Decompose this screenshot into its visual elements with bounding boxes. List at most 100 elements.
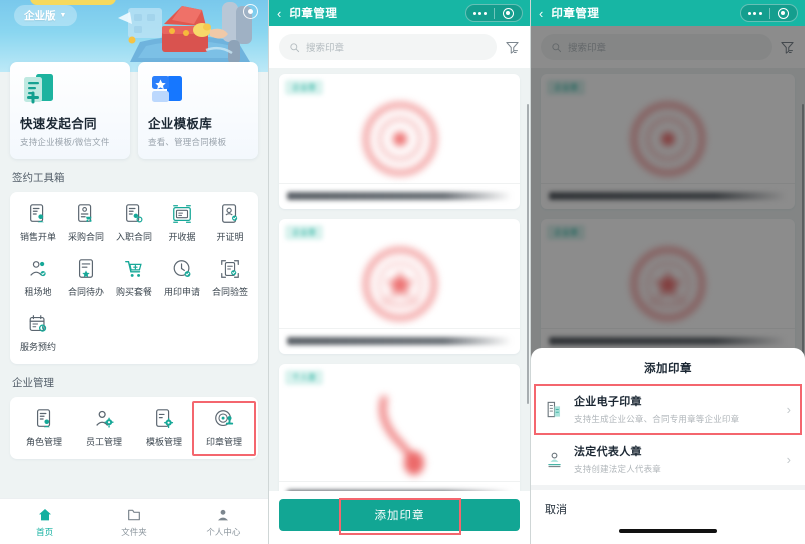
toolbox-card: 销售开单 采购合同 入职合同 开收据 开证明 租场地 合同待办 购买套餐 用印申… [10, 192, 258, 364]
certificate-icon [222, 204, 238, 223]
search-icon [290, 42, 300, 52]
card-subtitle: 支持企业模板/微信文件 [20, 137, 110, 147]
tab-home[interactable]: 首页 [0, 507, 89, 538]
back-chevron-icon[interactable]: ‹ [539, 7, 543, 20]
seal-apply-icon [173, 260, 191, 277]
edition-label: 企业版 [24, 10, 56, 22]
bottom-tabbar: 首页 文件夹 个人中心 [0, 498, 268, 544]
more-dots-icon[interactable] [741, 11, 769, 15]
chevron-right-icon: › [786, 451, 791, 467]
more-dots-icon[interactable] [466, 11, 494, 15]
search-bar: 搜索印章 [269, 26, 530, 68]
enterprise-section-title: 企业管理 [12, 377, 54, 389]
left-content: 快速发起合同 支持企业模板/微信文件 企业模板库 查看、管理合同模板 签约工具箱… [0, 62, 268, 459]
folder-icon [128, 509, 140, 521]
doc-onboard-icon [126, 204, 143, 223]
record-icon[interactable] [243, 4, 258, 19]
screenshot-stage: 企业版 ▼ 快速发起合同 支持企业模板/微信文件 企业模板库 查看、管理合同模板… [0, 0, 805, 544]
venue-icon [30, 261, 46, 277]
feature-card-row: 快速发起合同 支持企业模板/微信文件 企业模板库 查看、管理合同模板 [10, 62, 258, 159]
filter-funnel-icon[interactable] [505, 40, 520, 55]
seal-page-header: ‹ 印章管理 [269, 0, 530, 26]
edition-selector[interactable]: 企业版 ▼ [14, 5, 78, 26]
tool-sales-invoice[interactable]: 销售开单 [14, 203, 62, 248]
option-text: 法定代表人章 支持创建法定人代表章 [574, 443, 777, 475]
building-seal-icon [547, 401, 561, 417]
miniprogram-capsule [739, 4, 798, 22]
card-quick-contract[interactable]: 快速发起合同 支持企业模板/微信文件 [10, 62, 130, 159]
staff-gear-icon [96, 410, 114, 428]
tab-label: 首页 [36, 527, 54, 537]
option-legal-rep-seal[interactable]: 法定代表人章 支持创建法定人代表章 › [531, 435, 805, 485]
seal-page-header: ‹ 印章管理 [531, 0, 805, 26]
seal-card-list[interactable]: 企业章 企业章 个人章 [269, 68, 530, 538]
add-seal-action-sheet: 添加印章 企业电子印章 支持生成企业公章、合同专用章等企业印章 › 法定代表人章… [531, 348, 805, 544]
mid-panel-seal-list: ‹ 印章管理 搜索印章 企业章 企业章 个人章 添加印章 [268, 0, 530, 544]
search-placeholder: 搜索印章 [306, 43, 345, 54]
card-template-library[interactable]: 企业模板库 查看、管理合同模板 [138, 62, 258, 159]
option-subtitle: 支持创建法定人代表章 [574, 464, 662, 474]
tool-purchase-contract[interactable]: 采购合同 [62, 203, 110, 248]
seal-badge: 企业章 [285, 80, 323, 95]
seal-badge: 企业章 [285, 225, 323, 240]
tool-certificate[interactable]: 开证明 [206, 203, 254, 248]
tool-onboard-contract[interactable]: 入职合同 [110, 203, 158, 248]
option-enterprise-seal[interactable]: 企业电子印章 支持生成企业公章、合同专用章等企业印章 › [531, 384, 805, 435]
seal-stamp-image [279, 240, 520, 328]
seal-card[interactable]: 企业章 [279, 74, 520, 209]
tool-label: 印章管理 [205, 437, 242, 447]
back-chevron-icon[interactable]: ‹ [277, 7, 281, 20]
tool-contract-verify[interactable]: 合同验签 [206, 258, 254, 303]
tool-service-booking[interactable]: 服务预约 [14, 313, 62, 358]
add-seal-bar: 添加印章 [269, 491, 530, 544]
seal-name [279, 328, 520, 354]
calendar-clock-icon [29, 315, 47, 332]
page-title: 印章管理 [551, 8, 600, 20]
left-panel-home: 企业版 ▼ 快速发起合同 支持企业模板/微信文件 企业模板库 查看、管理合同模板… [0, 0, 268, 544]
miniprogram-capsule [464, 4, 523, 22]
tool-label: 开证明 [216, 232, 244, 242]
tool-label: 服务预约 [19, 342, 56, 352]
document-plus-icon [20, 72, 120, 106]
tool-seal-apply[interactable]: 用印申请 [158, 258, 206, 303]
home-icon [38, 509, 51, 521]
tool-label: 入职合同 [115, 232, 152, 242]
tool-contract-todo[interactable]: 合同待办 [62, 258, 110, 303]
add-seal-button[interactable]: 添加印章 [279, 499, 520, 531]
target-icon[interactable] [769, 7, 797, 19]
target-icon[interactable] [494, 7, 522, 19]
scrollbar[interactable] [526, 104, 529, 404]
ent-staff-management[interactable]: 员工管理 [74, 408, 134, 453]
chevron-right-icon: › [786, 401, 791, 417]
home-indicator [531, 526, 805, 544]
ent-role-management[interactable]: 角色管理 [14, 408, 74, 453]
person-seal-icon [548, 452, 561, 467]
person-icon [218, 509, 229, 521]
toolbox-section-title: 签约工具箱 [12, 172, 65, 184]
search-input[interactable]: 搜索印章 [279, 34, 497, 60]
tool-label: 开收据 [168, 232, 196, 242]
ent-template-management[interactable]: 模板管理 [134, 408, 194, 453]
tool-label: 购买套餐 [115, 287, 152, 297]
verify-doc-icon [221, 260, 239, 278]
option-label: 法定代表人章 [574, 446, 642, 458]
role-doc-icon [36, 409, 51, 428]
right-panel-add-seal-sheet: ‹ 印章管理 搜索印章 企业章 企业章 添加印章 企业电子印章 支持生成企业公章… [530, 0, 805, 544]
tool-buy-package[interactable]: 购买套餐 [110, 258, 158, 303]
seal-card[interactable]: 个人章 [279, 364, 520, 507]
seal-badge: 个人章 [285, 370, 323, 385]
tool-venue-rent[interactable]: 租场地 [14, 258, 62, 303]
tool-label: 合同待办 [67, 287, 104, 297]
tool-receipt[interactable]: 开收据 [158, 203, 206, 248]
card-title: 企业模板库 [148, 117, 213, 131]
tab-profile[interactable]: 个人中心 [179, 507, 268, 538]
cancel-button[interactable]: 取消 [531, 490, 805, 526]
enterprise-grid: 角色管理 员工管理 模板管理 印章管理 [14, 401, 256, 456]
seal-stamp-image [279, 95, 520, 183]
seal-card[interactable]: 企业章 [279, 219, 520, 354]
toolbox-grid: 销售开单 采购合同 入职合同 开收据 开证明 租场地 合同待办 购买套餐 用印申… [14, 203, 254, 358]
ent-seal-management[interactable]: 印章管理 [192, 401, 256, 456]
card-subtitle: 查看、管理合同模板 [148, 137, 227, 147]
tab-folder[interactable]: 文件夹 [89, 507, 178, 538]
tool-label: 员工管理 [85, 437, 122, 447]
